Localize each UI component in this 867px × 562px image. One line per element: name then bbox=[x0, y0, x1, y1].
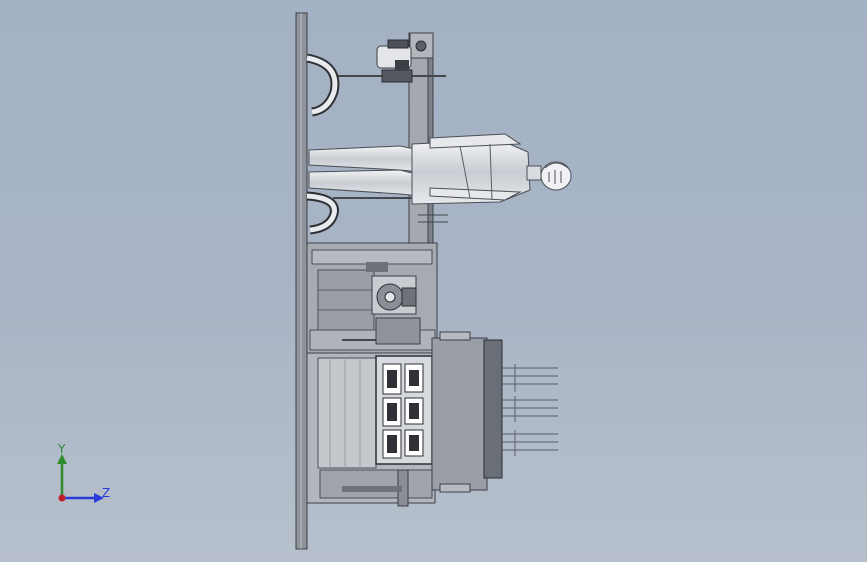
arm-upper[interactable] bbox=[306, 53, 340, 117]
cad-model[interactable] bbox=[0, 0, 867, 562]
cad-viewport[interactable]: Y Z bbox=[0, 0, 867, 562]
base-plate[interactable] bbox=[295, 12, 308, 550]
z-axis-label: Z bbox=[102, 486, 111, 500]
y-axis-label: Y bbox=[58, 442, 66, 456]
probe-array[interactable] bbox=[502, 364, 558, 456]
human-figure[interactable] bbox=[308, 133, 572, 205]
side-housing[interactable] bbox=[431, 331, 503, 493]
motor-unit[interactable] bbox=[376, 39, 413, 83]
rack-assembly[interactable] bbox=[375, 355, 433, 465]
origin-icon bbox=[58, 494, 66, 502]
arm-lower[interactable] bbox=[306, 191, 339, 235]
